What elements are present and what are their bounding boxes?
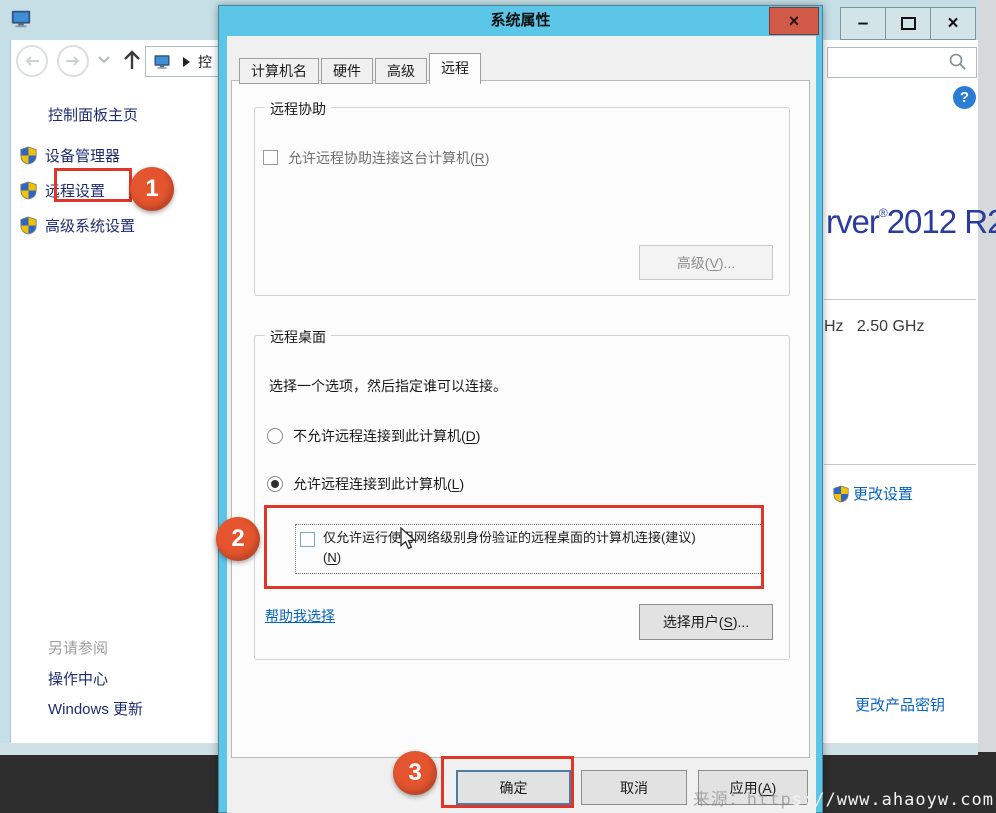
allow-remote-radio[interactable] [267,476,283,492]
sidebar-item-label: 高级系统设置 [45,215,135,236]
forward-arrow-icon [65,55,81,67]
change-settings-link[interactable]: 更改设置 [833,483,913,504]
mouse-cursor-icon [398,527,420,551]
remote-desktop-instruction: 选择一个选项，然后指定谁可以连接。 [269,376,507,396]
change-product-key-link[interactable]: 更改产品密钥 [855,694,945,715]
deny-remote-radio-row[interactable]: 不允许远程连接到此计算机(D) [267,428,480,445]
see-also-header: 另请参阅 [48,637,108,658]
back-arrow-icon [24,55,40,67]
tab-strip: 计算机名 硬件 高级 远程 [239,53,483,84]
forward-button[interactable] [57,45,89,77]
step1-badge: 1 [130,167,174,211]
screen: – × [0,0,996,813]
sidebar-item-advanced-system-settings[interactable]: 高级系统设置 [20,215,135,236]
uac-shield-icon [20,181,37,200]
step2-badge: 2 [216,517,260,561]
change-settings-label: 更改设置 [853,483,913,504]
dialog-close-button[interactable]: × [769,7,819,35]
help-icon[interactable]: ? [953,86,976,109]
minimize-button[interactable]: – [840,7,886,40]
chevron-down-icon[interactable] [98,56,110,64]
up-button[interactable] [122,48,142,72]
sidebar-item-device-manager[interactable]: 设备管理器 [20,145,120,166]
remote-assistance-checkbox-label: 允许远程协助连接这台计算机(R) [288,150,489,166]
close-icon: × [947,13,958,35]
sidebar-item-label: 设备管理器 [45,145,120,166]
desktop-right-strip [978,0,996,752]
remote-assistance-legend: 远程协助 [265,99,331,119]
help-me-choose-link[interactable]: 帮助我选择 [265,606,335,626]
tab-remote[interactable]: 远程 [429,53,481,84]
step3-badge: 3 [393,751,437,795]
system-window-icon [10,8,32,30]
dialog-body: 计算机名 硬件 高级 远程 远程协助 允许远程协助连接这台计算机(R) 高级(V… [227,36,816,813]
uac-shield-icon [833,485,849,503]
tab-hardware[interactable]: 硬件 [321,58,373,84]
cpu-info-text: Hz 2.50 GHz [824,318,924,336]
allow-remote-radio-label: 允许远程连接到此计算机(L) [293,476,464,493]
dialog-title: 系统属性 [219,6,822,36]
sidebar-home-label[interactable]: 控制面板主页 [48,104,138,125]
advanced-button[interactable]: 高级(V)... [639,245,773,280]
section-divider [824,299,976,300]
minimize-icon: – [858,13,869,35]
os-logo-text: rver®2012 R2 [826,203,996,241]
uac-shield-icon [20,146,37,165]
step2-highlight-box [264,505,764,589]
search-input[interactable] [827,47,977,78]
deny-remote-radio-label: 不允许远程连接到此计算机(D) [293,428,480,445]
remote-desktop-group: 远程桌面 选择一个选项，然后指定谁可以连接。 不允许远程连接到此计算机(D) 允… [254,335,790,660]
remote-assistance-checkbox[interactable] [263,150,278,165]
window-left-border [0,40,11,745]
computer-icon [153,53,171,71]
tab-computer-name[interactable]: 计算机名 [239,58,319,84]
window-close-button[interactable]: × [930,7,976,40]
select-users-button[interactable]: 选择用户(S)... [639,604,773,640]
section-divider [824,464,976,465]
sidebar-link-windows-update[interactable]: Windows 更新 [48,698,143,719]
tab-advanced[interactable]: 高级 [375,58,427,84]
uac-shield-icon [20,216,37,235]
deny-remote-radio[interactable] [267,428,283,444]
search-icon [948,52,968,72]
step1-highlight-box [54,168,132,202]
breadcrumb[interactable]: 控 [198,52,212,72]
cancel-button[interactable]: 取消 [581,770,687,805]
allow-remote-radio-row[interactable]: 允许远程连接到此计算机(L) [267,476,464,493]
remote-desktop-legend: 远程桌面 [265,327,331,347]
system-properties-dialog: 系统属性 × 计算机名 硬件 高级 远程 远程协助 允许远程协助连接这台计算机(… [218,5,823,813]
sidebar-link-action-center[interactable]: 操作中心 [48,668,108,689]
maximize-button[interactable] [885,7,931,40]
maximize-icon [901,17,916,30]
back-button[interactable] [16,45,48,77]
step3-highlight-box [441,756,574,808]
remote-tab-page: 远程协助 允许远程协助连接这台计算机(R) 高级(V)... 远程桌面 选择一个… [231,80,810,758]
watermark-text: 来源：https://www.ahaoyw.com [693,785,994,810]
remote-assistance-group: 远程协助 允许远程协助连接这台计算机(R) 高级(V)... [254,107,790,296]
window-controls: – × [841,7,976,40]
breadcrumb-arrow-icon [183,57,190,67]
